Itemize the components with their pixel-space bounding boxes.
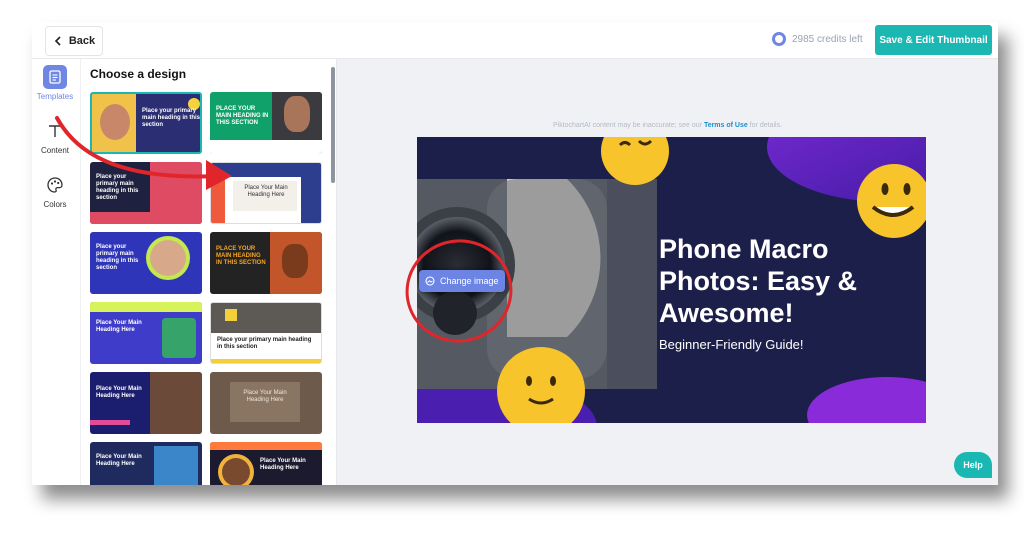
credits-ring-icon — [772, 32, 786, 46]
template-text: Place your primary main heading in this … — [96, 244, 139, 271]
ai-disclaimer: PiktochartAI content may be inaccurate; … — [337, 122, 998, 129]
save-edit-thumbnail-button[interactable]: Save & Edit Thumbnail — [875, 25, 992, 55]
help-button[interactable]: Help — [954, 452, 992, 478]
template-thumbnail[interactable]: Place Your Main Heading Here — [210, 372, 322, 434]
disclaimer-suffix: for details. — [747, 122, 783, 129]
credits-text: 2985 credits left — [792, 33, 863, 45]
template-text: PLACE YOUR MAIN HEADING IN THIS SECTION — [216, 106, 269, 126]
template-thumbnail[interactable]: Place Your Main Heading Here — [210, 162, 322, 224]
app-window: Back 2985 credits left Save & Edit Thumb… — [32, 22, 998, 485]
template-text: Place Your Main Heading Here — [243, 390, 287, 403]
template-text: Place Your Main Heading Here — [96, 386, 142, 399]
template-thumbnail[interactable]: Place your primary main heading in this … — [90, 92, 202, 154]
change-image-button[interactable]: Change image — [419, 270, 505, 292]
template-text: Place Your Main Heading Here — [244, 185, 288, 198]
canvas-area: PiktochartAI content may be inaccurate; … — [337, 59, 998, 485]
template-text: Place Your Main Heading Here — [260, 458, 306, 471]
template-thumbnail[interactable]: PLACE YOUR MAIN HEADING IN THIS SECTION — [210, 92, 322, 154]
disclaimer-prefix: PiktochartAI content may be inaccurate; … — [552, 122, 704, 129]
template-thumbnail[interactable]: PLACE YOUR MAIN HEADING IN THIS SECTION — [210, 232, 322, 294]
terms-of-use-link[interactable]: Terms of Use — [704, 122, 748, 129]
template-thumbnail[interactable]: Place Your Main Heading Here — [90, 442, 202, 485]
template-thumbnail[interactable]: Place your primary main heading in this … — [90, 162, 202, 224]
thumbnail-subtitle[interactable]: Beginner-Friendly Guide! — [659, 337, 804, 352]
top-bar: Back 2985 credits left Save & Edit Thumb… — [32, 22, 998, 59]
template-text: Place Your Main Heading Here — [96, 454, 142, 467]
panel-scrollbar[interactable] — [331, 67, 335, 183]
template-text: Place your primary main heading in this … — [217, 337, 312, 350]
back-label: Back — [68, 35, 96, 47]
chevron-left-icon — [54, 36, 61, 46]
back-button[interactable]: Back — [45, 26, 103, 56]
template-thumbnail[interactable]: Place Your Main Heading Here — [90, 302, 202, 364]
panel-title: Choose a design — [90, 67, 187, 81]
template-thumbnail[interactable]: Place your primary main heading in this … — [210, 302, 322, 364]
template-text: Place Your Main Heading Here — [96, 320, 142, 333]
thumbnail-title[interactable]: Phone Macro Photos: Easy & Awesome! — [659, 233, 919, 329]
rail-label-content: Content — [40, 146, 70, 155]
credits-indicator: 2985 credits left — [772, 32, 863, 46]
rail-item-templates[interactable]: Templates — [32, 65, 78, 101]
rail-item-content[interactable]: Content — [32, 119, 78, 155]
template-text: Place your primary main heading in this … — [142, 108, 201, 128]
template-text: Place your primary main heading in this … — [96, 174, 139, 201]
template-text: PLACE YOUR MAIN HEADING IN THIS SECTION — [216, 246, 266, 266]
text-icon — [43, 119, 67, 143]
template-thumbnail[interactable]: Place your primary main heading in this … — [90, 232, 202, 294]
rail-item-colors[interactable]: Colors — [32, 173, 78, 209]
left-rail: Templates Content Colors — [32, 59, 78, 485]
template-thumbnail[interactable]: Place Your Main Heading Here — [210, 442, 322, 485]
template-thumbnail[interactable]: Place Your Main Heading Here — [90, 372, 202, 434]
image-icon — [425, 276, 435, 286]
templates-panel: Choose a design Place your primary main … — [80, 59, 337, 485]
rail-label-templates: Templates — [36, 92, 74, 101]
document-icon — [43, 65, 67, 89]
change-image-label: Change image — [440, 276, 499, 286]
palette-icon — [43, 173, 67, 197]
thumbnail-preview[interactable]: Phone Macro Photos: Easy & Awesome! Begi… — [417, 137, 926, 423]
rail-label-colors: Colors — [43, 200, 67, 209]
